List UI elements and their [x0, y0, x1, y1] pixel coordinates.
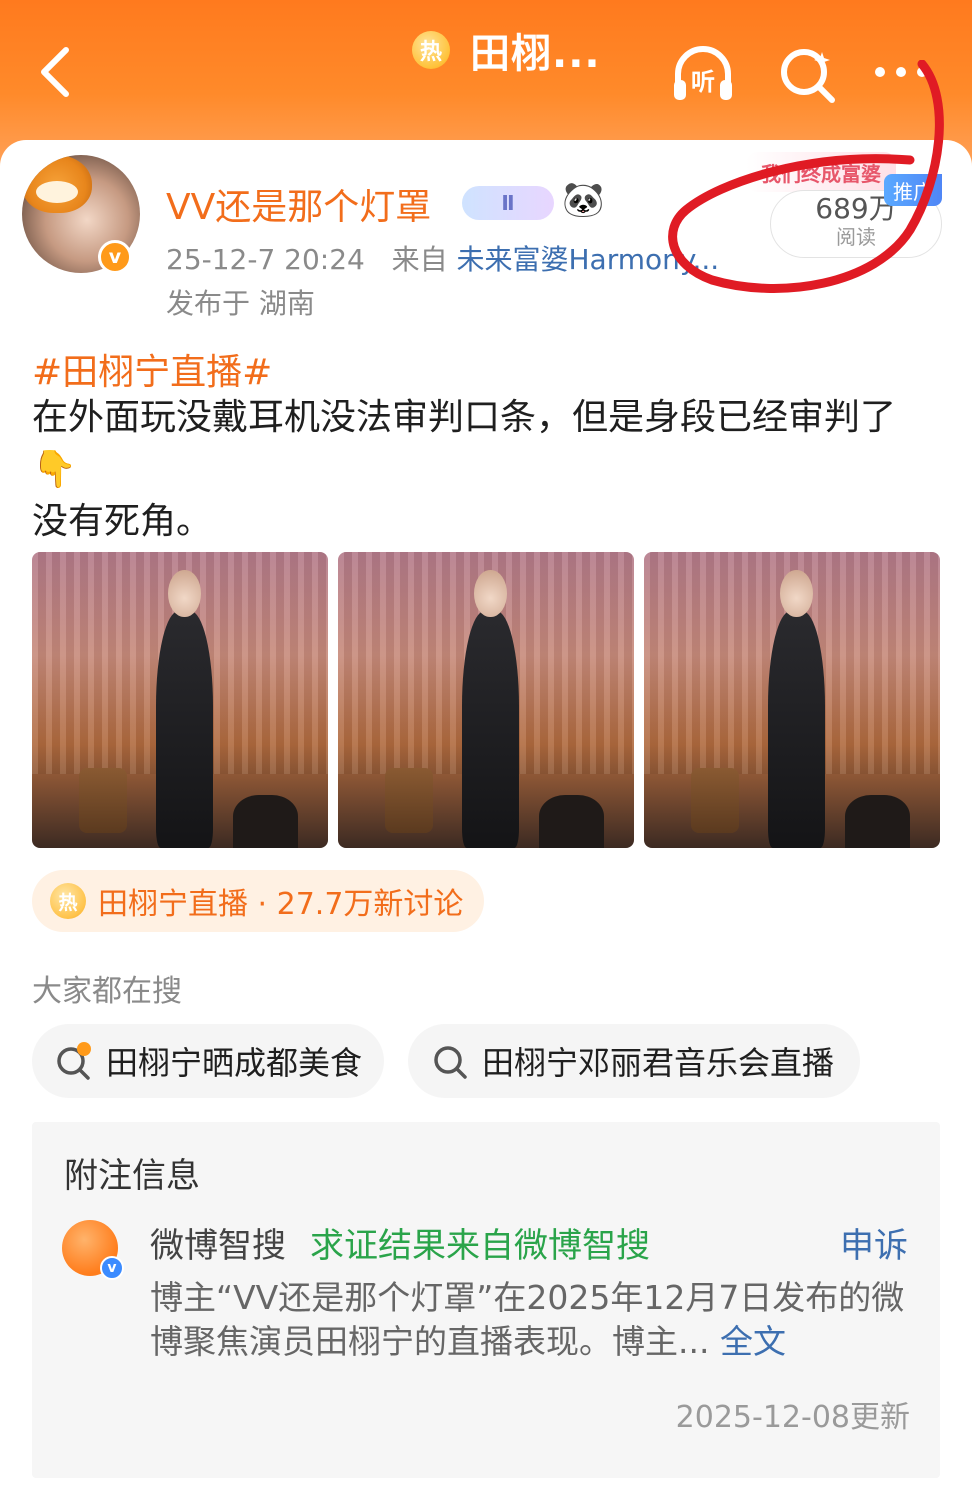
- post-body: 在外面玩没戴耳机没法审判口条，但是身段已经审判了👇 没有死角。: [32, 392, 932, 548]
- search-section-title: 大家都在搜: [32, 974, 182, 1009]
- weibo-ai-search-icon[interactable]: v: [62, 1220, 124, 1280]
- note-summary: 博主“VV还是那个灯罩”在2025年12月7日发布的微博聚焦演员田栩宁的直播表现…: [150, 1278, 905, 1361]
- post-image-2[interactable]: [338, 552, 634, 848]
- back-arrow-icon[interactable]: [30, 42, 90, 102]
- timestamp: 25-12-7 20:24: [166, 243, 365, 276]
- appeal-link[interactable]: 申诉: [840, 1218, 908, 1267]
- tiger-hat-icon: [22, 155, 92, 213]
- post-line-1: 在外面玩没戴耳机没法审判口条，但是身段已经审判了👇: [32, 397, 897, 490]
- ai-source-name[interactable]: 微博智搜: [150, 1218, 286, 1267]
- promo-badge: 我们终成富婆: [746, 152, 896, 192]
- post-image-1[interactable]: [32, 552, 328, 848]
- hot-topic-icon: 热: [50, 883, 86, 919]
- search-suggestion-label: 田栩宁晒成都美食: [106, 1044, 363, 1082]
- topic-text: 田栩宁直播 · 27.7万新讨论: [98, 887, 464, 922]
- performer: [768, 611, 825, 848]
- topic-chip[interactable]: 热 田栩宁直播 · 27.7万新讨论: [32, 870, 484, 932]
- note-updated-date: 2025-12-08更新: [675, 1400, 910, 1435]
- hot-icon: 热: [412, 31, 450, 69]
- note-text: 博主“VV还是那个灯罩”在2025年12月7日发布的微博聚焦演员田栩宁的直播表现…: [150, 1276, 910, 1364]
- hashtag-link[interactable]: #田栩宁直播#: [32, 343, 272, 395]
- more-options-icon[interactable]: [866, 40, 936, 110]
- level-badge[interactable]: Ⅱ: [462, 186, 554, 220]
- drum: [385, 768, 433, 834]
- page-title: 田栩...: [470, 31, 601, 77]
- panda-badge-icon[interactable]: 🐼: [562, 180, 604, 220]
- from-label: 来自: [391, 243, 448, 276]
- performer: [156, 611, 213, 848]
- listen-label: 听: [691, 68, 715, 96]
- search-suggestion-1[interactable]: 田栩宁晒成都美食: [32, 1024, 384, 1098]
- performer-head: [474, 569, 507, 618]
- search-suggestion-2[interactable]: 田栩宁邓丽君音乐会直播: [408, 1024, 860, 1098]
- search-suggestion-label: 田栩宁邓丽君音乐会直播: [482, 1044, 835, 1082]
- search-icon[interactable]: [774, 40, 844, 110]
- drum: [691, 768, 739, 834]
- search-icon: [434, 1046, 467, 1079]
- performer-head: [168, 569, 201, 618]
- username[interactable]: VV还是那个灯罩: [166, 178, 431, 230]
- drum: [79, 768, 127, 834]
- verified-v-icon: v: [98, 240, 132, 274]
- orchestra-member: [845, 794, 911, 848]
- header-title[interactable]: 热 田栩...: [412, 22, 601, 78]
- orchestra-member: [233, 794, 299, 848]
- performer-head: [780, 569, 813, 618]
- orchestra-member: [539, 794, 605, 848]
- post-source[interactable]: 未来富婆Harmony...: [457, 243, 720, 276]
- post-meta: 25-12-7 20:24 来自 未来富婆Harmony...: [166, 238, 719, 278]
- listen-headphones-icon[interactable]: 听: [668, 40, 738, 110]
- note-title: 附注信息: [64, 1156, 200, 1196]
- post-image-3[interactable]: [644, 552, 940, 848]
- read-label: 阅读: [836, 225, 876, 249]
- hot-search-icon: [57, 1042, 91, 1080]
- verified-icon: v: [100, 1256, 124, 1280]
- post-line-2: 没有死角。: [32, 501, 213, 542]
- ai-result-label: 求证结果来自微博智搜: [310, 1226, 650, 1266]
- performer: [462, 611, 519, 848]
- full-text-link[interactable]: 全文: [720, 1322, 786, 1361]
- promote-tag[interactable]: 推广: [884, 174, 942, 206]
- post-location: 发布于 湖南: [166, 287, 315, 320]
